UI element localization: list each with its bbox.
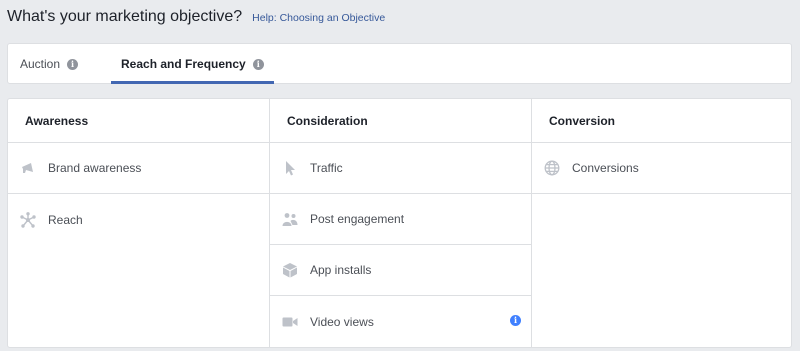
column-conversion: Conversion Conversions	[532, 99, 791, 347]
column-heading: Consideration	[270, 99, 531, 143]
objective-grid: Awareness Brand awareness Reach Consider…	[7, 98, 792, 348]
video-camera-icon	[282, 314, 298, 330]
box-icon	[282, 262, 298, 278]
objective-reach[interactable]: Reach	[8, 194, 269, 245]
tab-reach-and-frequency[interactable]: Reach and Frequency i	[111, 44, 274, 84]
people-icon	[282, 211, 298, 227]
tab-bar: Auction i Reach and Frequency i	[7, 43, 792, 84]
header: What's your marketing objective? Help: C…	[7, 8, 385, 30]
column-consideration: Consideration Traffic Post engagement Ap…	[269, 99, 532, 347]
column-heading: Awareness	[8, 99, 269, 143]
objective-label: Post engagement	[310, 212, 405, 226]
objective-app-installs[interactable]: App installs	[270, 245, 531, 296]
objective-label: Reach	[48, 212, 83, 227]
reach-icon	[20, 211, 36, 228]
page-title: What's your marketing objective?	[7, 8, 243, 25]
tab-reach-and-frequency-label: Reach and Frequency	[121, 57, 246, 71]
megaphone-icon	[20, 160, 36, 176]
objective-label: Video views	[310, 314, 374, 329]
info-icon[interactable]: i	[252, 58, 264, 70]
objective-video-views[interactable]: Video views i	[270, 296, 531, 347]
objective-label: App installs	[310, 263, 372, 277]
tab-auction-label: Auction	[20, 57, 61, 71]
info-icon[interactable]: i	[510, 315, 521, 326]
tab-auction[interactable]: Auction i	[20, 44, 79, 84]
objective-conversions[interactable]: Conversions	[532, 143, 791, 194]
objective-label: Traffic	[310, 161, 343, 175]
info-icon[interactable]: i	[67, 58, 79, 70]
globe-icon	[544, 160, 560, 176]
cursor-icon	[282, 160, 298, 176]
objective-label: Brand awareness	[48, 161, 142, 175]
column-awareness: Awareness Brand awareness Reach	[8, 99, 269, 347]
objective-traffic[interactable]: Traffic	[270, 143, 531, 194]
objective-label: Conversions	[572, 161, 639, 175]
objective-post-engagement[interactable]: Post engagement	[270, 194, 531, 245]
column-heading: Conversion	[532, 99, 791, 143]
help-link[interactable]: Help: Choosing an Objective	[252, 12, 385, 24]
objective-brand-awareness[interactable]: Brand awareness	[8, 143, 269, 194]
